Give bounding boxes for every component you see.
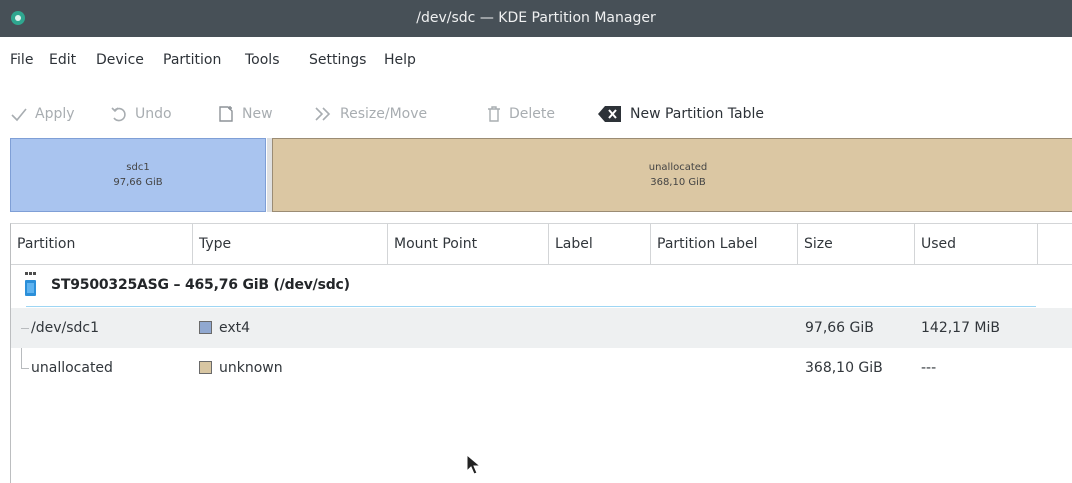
menu-tools[interactable]: Tools (245, 52, 280, 68)
menu-file[interactable]: File (10, 52, 33, 68)
unknown-color-swatch (199, 361, 212, 374)
menu-help[interactable]: Help (384, 52, 416, 68)
menu-device[interactable]: Device (96, 52, 144, 68)
new-label: New (242, 106, 273, 122)
partition-graph: sdc1 97,66 GiB unallocated 368,10 GiB (0, 138, 1072, 214)
table-row[interactable]: /dev/sdc1 ext4 97,66 GiB 142,17 MiB (11, 308, 1072, 348)
column-header-size[interactable]: Size (798, 224, 915, 264)
new-document-icon (219, 106, 233, 122)
partition-table: Partition Type Mount Point Label Partiti… (10, 223, 1072, 483)
menu-partition[interactable]: Partition (163, 52, 221, 68)
undo-icon (111, 107, 126, 122)
title-bar: /dev/sdc — KDE Partition Manager (0, 0, 1072, 37)
type-text: unknown (219, 360, 283, 376)
checkmark-icon (11, 108, 27, 122)
type-cell: unknown (199, 348, 283, 388)
column-header-partition-label[interactable]: Partition Label (651, 224, 798, 264)
device-label: ST9500325ASG – 465,76 GiB (/dev/sdc) (51, 277, 350, 293)
used-cell: 142,17 MiB (921, 320, 1001, 336)
column-header-mount-point[interactable]: Mount Point (388, 224, 549, 264)
table-header: Partition Type Mount Point Label Partiti… (11, 224, 1072, 265)
partition-segment-sdc1[interactable]: sdc1 97,66 GiB (10, 138, 273, 212)
segment-name: unallocated (648, 162, 708, 173)
apply-button[interactable]: Apply (10, 98, 75, 130)
partition-cell: /dev/sdc1 (31, 320, 100, 336)
used-cell: --- (921, 360, 937, 376)
size-cell: 368,10 GiB (805, 360, 883, 376)
type-text: ext4 (219, 320, 251, 336)
clear-icon (598, 106, 621, 122)
column-header-type[interactable]: Type (193, 224, 388, 264)
resize-move-label: Resize/Move (340, 106, 428, 122)
type-cell: ext4 (199, 308, 250, 348)
tree-branch (21, 368, 29, 369)
resize-move-button[interactable]: Resize/Move (313, 98, 427, 130)
partition-segment-unallocated[interactable]: unallocated 368,10 GiB (272, 138, 1072, 212)
segment-name: sdc1 (126, 162, 150, 173)
delete-label: Delete (509, 106, 555, 122)
new-partition-table-button[interactable]: New Partition Table (597, 98, 764, 130)
divider (26, 306, 1036, 307)
window-title: /dev/sdc — KDE Partition Manager (416, 10, 656, 26)
partition-cell: unallocated (31, 360, 113, 376)
device-row[interactable]: ST9500325ASG – 465,76 GiB (/dev/sdc) (11, 264, 1072, 308)
size-cell: 97,66 GiB (805, 320, 874, 336)
segment-size: 368,10 GiB (650, 177, 706, 188)
column-header-label[interactable]: Label (549, 224, 651, 264)
mouse-cursor-icon (466, 454, 482, 475)
table-row[interactable]: unallocated unknown 368,10 GiB --- (11, 348, 1072, 388)
trash-icon (488, 106, 500, 122)
toolbar: Apply Undo New Resize/Move Delete New Pa… (0, 98, 1072, 130)
undo-button[interactable]: Undo (110, 98, 172, 130)
double-chevron-right-icon (315, 107, 331, 121)
ext4-color-swatch (199, 321, 212, 334)
undo-label: Undo (135, 106, 172, 122)
segment-size: 97,66 GiB (113, 177, 163, 188)
menu-settings[interactable]: Settings (309, 52, 366, 68)
column-header-partition[interactable]: Partition (11, 224, 193, 264)
menu-edit[interactable]: Edit (49, 52, 76, 68)
tree-branch (21, 328, 29, 329)
column-header-used[interactable]: Used (915, 224, 1038, 264)
drive-icon (25, 272, 36, 296)
apply-label: Apply (35, 106, 75, 122)
delete-button[interactable]: Delete (486, 98, 555, 130)
new-partition-table-label: New Partition Table (630, 106, 764, 122)
new-button[interactable]: New (217, 98, 273, 130)
